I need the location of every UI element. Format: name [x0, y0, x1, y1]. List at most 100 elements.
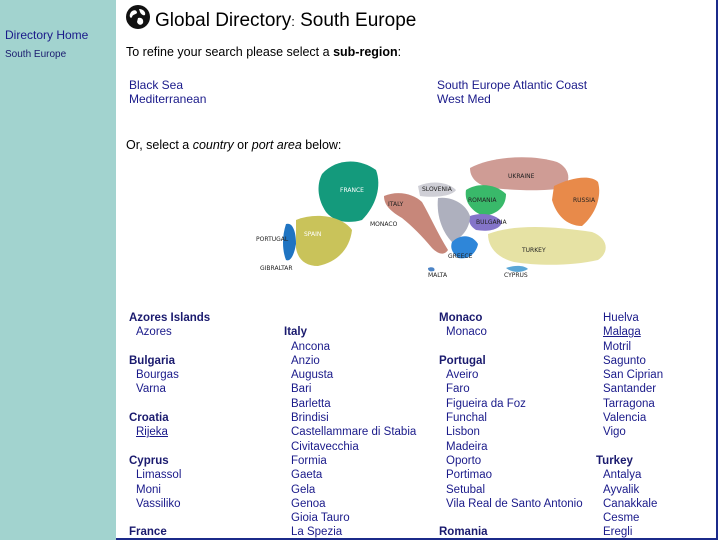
port-ancona[interactable]: Ancona [284, 340, 434, 354]
port-malaga[interactable]: Malaga [596, 325, 720, 339]
port-bourgas[interactable]: Bourgas [129, 368, 279, 382]
directory-home-link[interactable]: Directory Home [5, 28, 88, 42]
map-label-portugal: PORTUGAL [256, 236, 289, 243]
port-tarragona[interactable]: Tarragona [596, 397, 720, 411]
port-gela[interactable]: Gela [284, 483, 434, 497]
port-santander[interactable]: Santander [596, 382, 720, 396]
port-eregli[interactable]: Eregli [596, 525, 720, 539]
port-brindisi[interactable]: Brindisi [284, 411, 434, 425]
country-france[interactable]: France [129, 525, 279, 539]
port-antalya[interactable]: Antalya [596, 468, 720, 482]
port-figueira-da-foz[interactable]: Figueira da Foz [439, 397, 589, 411]
port-anzio[interactable]: Anzio [284, 354, 434, 368]
port-genoa[interactable]: Genoa [284, 497, 434, 511]
map-label-italy: ITALY [388, 201, 404, 208]
port-barletta[interactable]: Barletta [284, 397, 434, 411]
map-label-turkey: TURKEY [521, 247, 546, 254]
country-monaco[interactable]: Monaco [439, 311, 589, 325]
port-rijeka[interactable]: Rijeka [129, 425, 279, 439]
map-label-bulgaria: BULGARIA [476, 219, 508, 226]
port-setubal[interactable]: Setubal [439, 483, 589, 497]
port-civitavecchia[interactable]: Civitavecchia [284, 440, 434, 454]
globe-icon [126, 5, 150, 29]
map-label-romania: ROMANIA [468, 197, 497, 204]
port-valencia[interactable]: Valencia [596, 411, 720, 425]
port-azores[interactable]: Azores [129, 325, 279, 339]
port-vigo[interactable]: Vigo [596, 425, 720, 439]
port-faro[interactable]: Faro [439, 382, 589, 396]
map-region-malta[interactable] [428, 267, 435, 272]
map-label-monaco: MONACO [370, 221, 398, 228]
port-la-spezia[interactable]: La Spezia [284, 525, 434, 539]
page-title: Global Directory: South Europe [155, 10, 417, 31]
country-italy[interactable]: Italy [284, 325, 434, 339]
country-instruction: Or, select a country or port area below: [126, 138, 342, 152]
map-label-slovenia: SLOVENIA [422, 186, 453, 193]
port-ayvalik[interactable]: Ayvalik [596, 483, 720, 497]
port-gaeta[interactable]: Gaeta [284, 468, 434, 482]
map-label-greece: GREECE [448, 253, 473, 260]
map-label-spain: SPAIN [304, 231, 321, 238]
map-region-cyprus[interactable] [506, 265, 528, 272]
map-label-gibraltar: GIBRALTAR [260, 265, 293, 272]
subregion-south-europe-atlantic-coast[interactable]: South Europe Atlantic Coast [437, 78, 587, 92]
subregion-black-sea[interactable]: Black Sea [129, 78, 183, 92]
port-sagunto[interactable]: Sagunto [596, 354, 720, 368]
country-azores-islands[interactable]: Azores Islands [129, 311, 279, 325]
port-moni[interactable]: Moni [129, 483, 279, 497]
port-gioia-tauro[interactable]: Gioia Tauro [284, 511, 434, 525]
map-label-ukraine: UKRAINE [508, 173, 535, 180]
country-croatia[interactable]: Croatia [129, 411, 279, 425]
port-motril[interactable]: Motril [596, 340, 720, 354]
port-san-ciprian[interactable]: San Ciprian [596, 368, 720, 382]
country-bulgaria[interactable]: Bulgaria [129, 354, 279, 368]
port-funchal[interactable]: Funchal [439, 411, 589, 425]
country-cyprus[interactable]: Cyprus [129, 454, 279, 468]
port-castellammare-di-stabia[interactable]: Castellammare di Stabia [284, 425, 434, 439]
map-region-spain[interactable] [296, 215, 352, 266]
port-vila-real-de-santo-antonio[interactable]: Vila Real de Santo Antonio [439, 497, 589, 511]
port-bari[interactable]: Bari [284, 382, 434, 396]
country-romania[interactable]: Romania [439, 525, 589, 539]
map-region-balkans[interactable] [437, 197, 470, 242]
port-madeira[interactable]: Madeira [439, 440, 589, 454]
port-huelva[interactable]: Huelva [596, 311, 720, 325]
port-cesme[interactable]: Cesme [596, 511, 720, 525]
map-label-france: FRANCE [340, 187, 364, 194]
subregion-instruction: To refine your search please select a su… [126, 45, 402, 59]
current-region-label: South Europe [5, 49, 67, 60]
port-oporto[interactable]: Oporto [439, 454, 589, 468]
subregion-mediterranean[interactable]: Mediterranean [129, 92, 206, 106]
port-vassiliko[interactable]: Vassiliko [129, 497, 279, 511]
port-augusta[interactable]: Augusta [284, 368, 434, 382]
country-column-2: Italy Ancona Anzio Augusta Bari Barletta Brind… [284, 311, 434, 540]
port-lisbon[interactable]: Lisbon [439, 425, 589, 439]
port-limassol[interactable]: Limassol [129, 468, 279, 482]
map-label-russia: RUSSIA [573, 197, 596, 204]
port-aveiro[interactable]: Aveiro [439, 368, 589, 382]
map-label-malta: MALTA [428, 272, 448, 279]
country-turkey[interactable]: Turkey [596, 454, 720, 468]
port-canakkale[interactable]: Canakkale [596, 497, 720, 511]
port-formia[interactable]: Formia [284, 454, 434, 468]
subregion-west-med[interactable]: West Med [437, 92, 491, 106]
country-portugal[interactable]: Portugal [439, 354, 589, 368]
country-column-4: Huelva Malaga Motril Sagunto San Ciprian Sant… [596, 311, 720, 540]
south-europe-map[interactable]: UKRAINE FRANCE SLOVENIA ROMANIA RUSSIA I… [252, 152, 622, 282]
port-varna[interactable]: Varna [129, 382, 279, 396]
sidebar: Directory Home South Europe [0, 0, 116, 540]
country-column-3: Monaco Monaco Portugal Aveiro Faro Figueira d… [439, 311, 589, 540]
country-column-1: Azores Islands Azores Bulgaria Bourgas Varna… [129, 311, 279, 540]
map-label-cyprus: CYPRUS [504, 272, 528, 279]
port-monaco[interactable]: Monaco [439, 325, 589, 339]
map-region-turkey[interactable] [488, 227, 606, 265]
port-portimao[interactable]: Portimao [439, 468, 589, 482]
